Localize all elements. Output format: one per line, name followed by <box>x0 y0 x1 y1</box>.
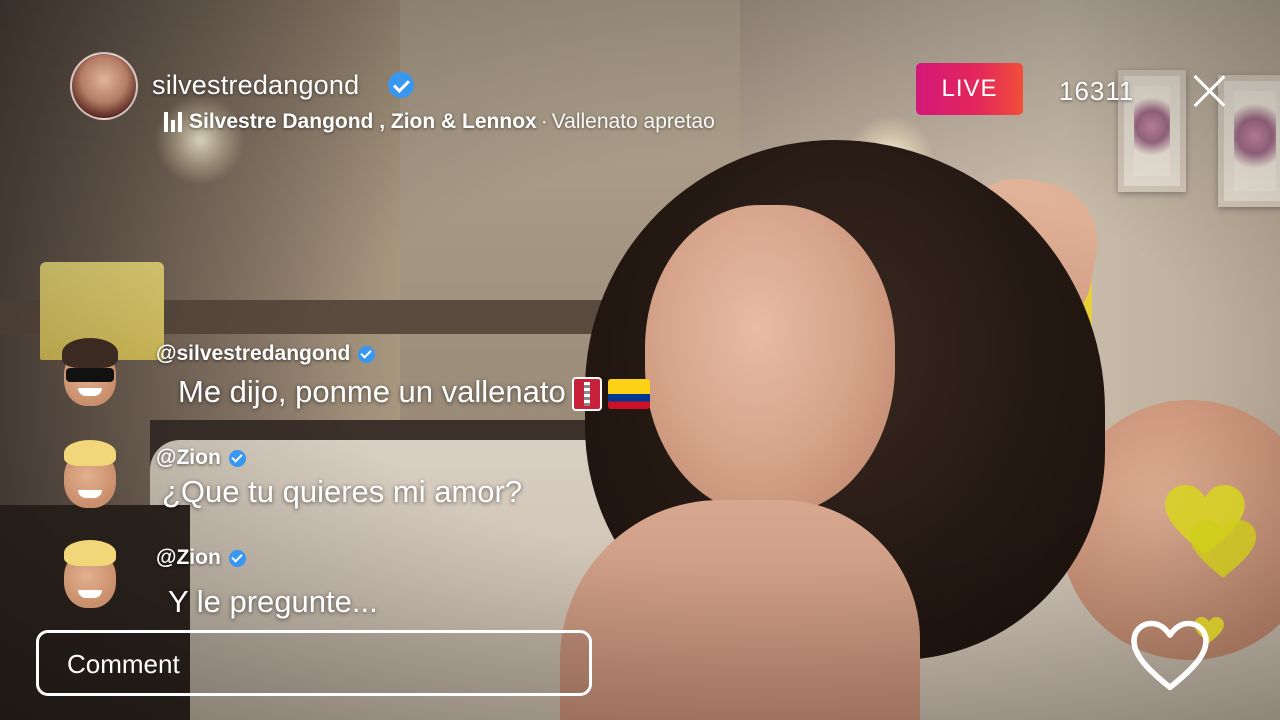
verified-badge-icon <box>388 72 414 98</box>
verified-badge-icon <box>228 449 246 467</box>
now-playing[interactable]: Silvestre Dangond , Zion & Lennox · Vall… <box>164 110 715 134</box>
comment-input-box[interactable] <box>36 630 592 696</box>
memoji-blond-avatar[interactable] <box>58 440 122 512</box>
comment-username[interactable]: @Zion <box>156 546 246 570</box>
memoji-sunglasses-avatar[interactable] <box>58 338 122 410</box>
music-separator: · <box>540 110 548 133</box>
music-artists: Silvestre Dangond , Zion & Lennox <box>189 110 537 133</box>
colombia-flag-emoji <box>607 378 650 409</box>
viewer-count: 16311 <box>1059 76 1135 106</box>
heart-icon <box>1190 520 1256 580</box>
broadcaster-avatar[interactable] <box>70 52 138 120</box>
close-icon[interactable] <box>1190 72 1228 110</box>
comment-text: Y le pregunte... <box>168 584 378 619</box>
accordion-emoji <box>571 376 602 411</box>
comment-text: Me dijo, ponme un vallenato <box>178 374 650 411</box>
heart-outline-icon[interactable] <box>1130 620 1210 692</box>
comment-text: ¿Que tu quieres mi amor? <box>162 474 523 509</box>
music-song-title: Vallenato apretao <box>551 110 715 133</box>
music-bars-icon <box>164 112 182 132</box>
comment-username[interactable]: @silvestredangond <box>156 342 376 366</box>
live-badge: LIVE <box>916 63 1023 115</box>
memoji-blond-avatar[interactable] <box>58 540 122 612</box>
verified-badge-icon <box>358 345 376 363</box>
comment-input[interactable] <box>65 645 569 683</box>
comment-username[interactable]: @Zion <box>156 446 246 470</box>
broadcaster-username[interactable]: silvestredangond <box>152 70 359 101</box>
verified-badge-icon <box>228 549 246 567</box>
